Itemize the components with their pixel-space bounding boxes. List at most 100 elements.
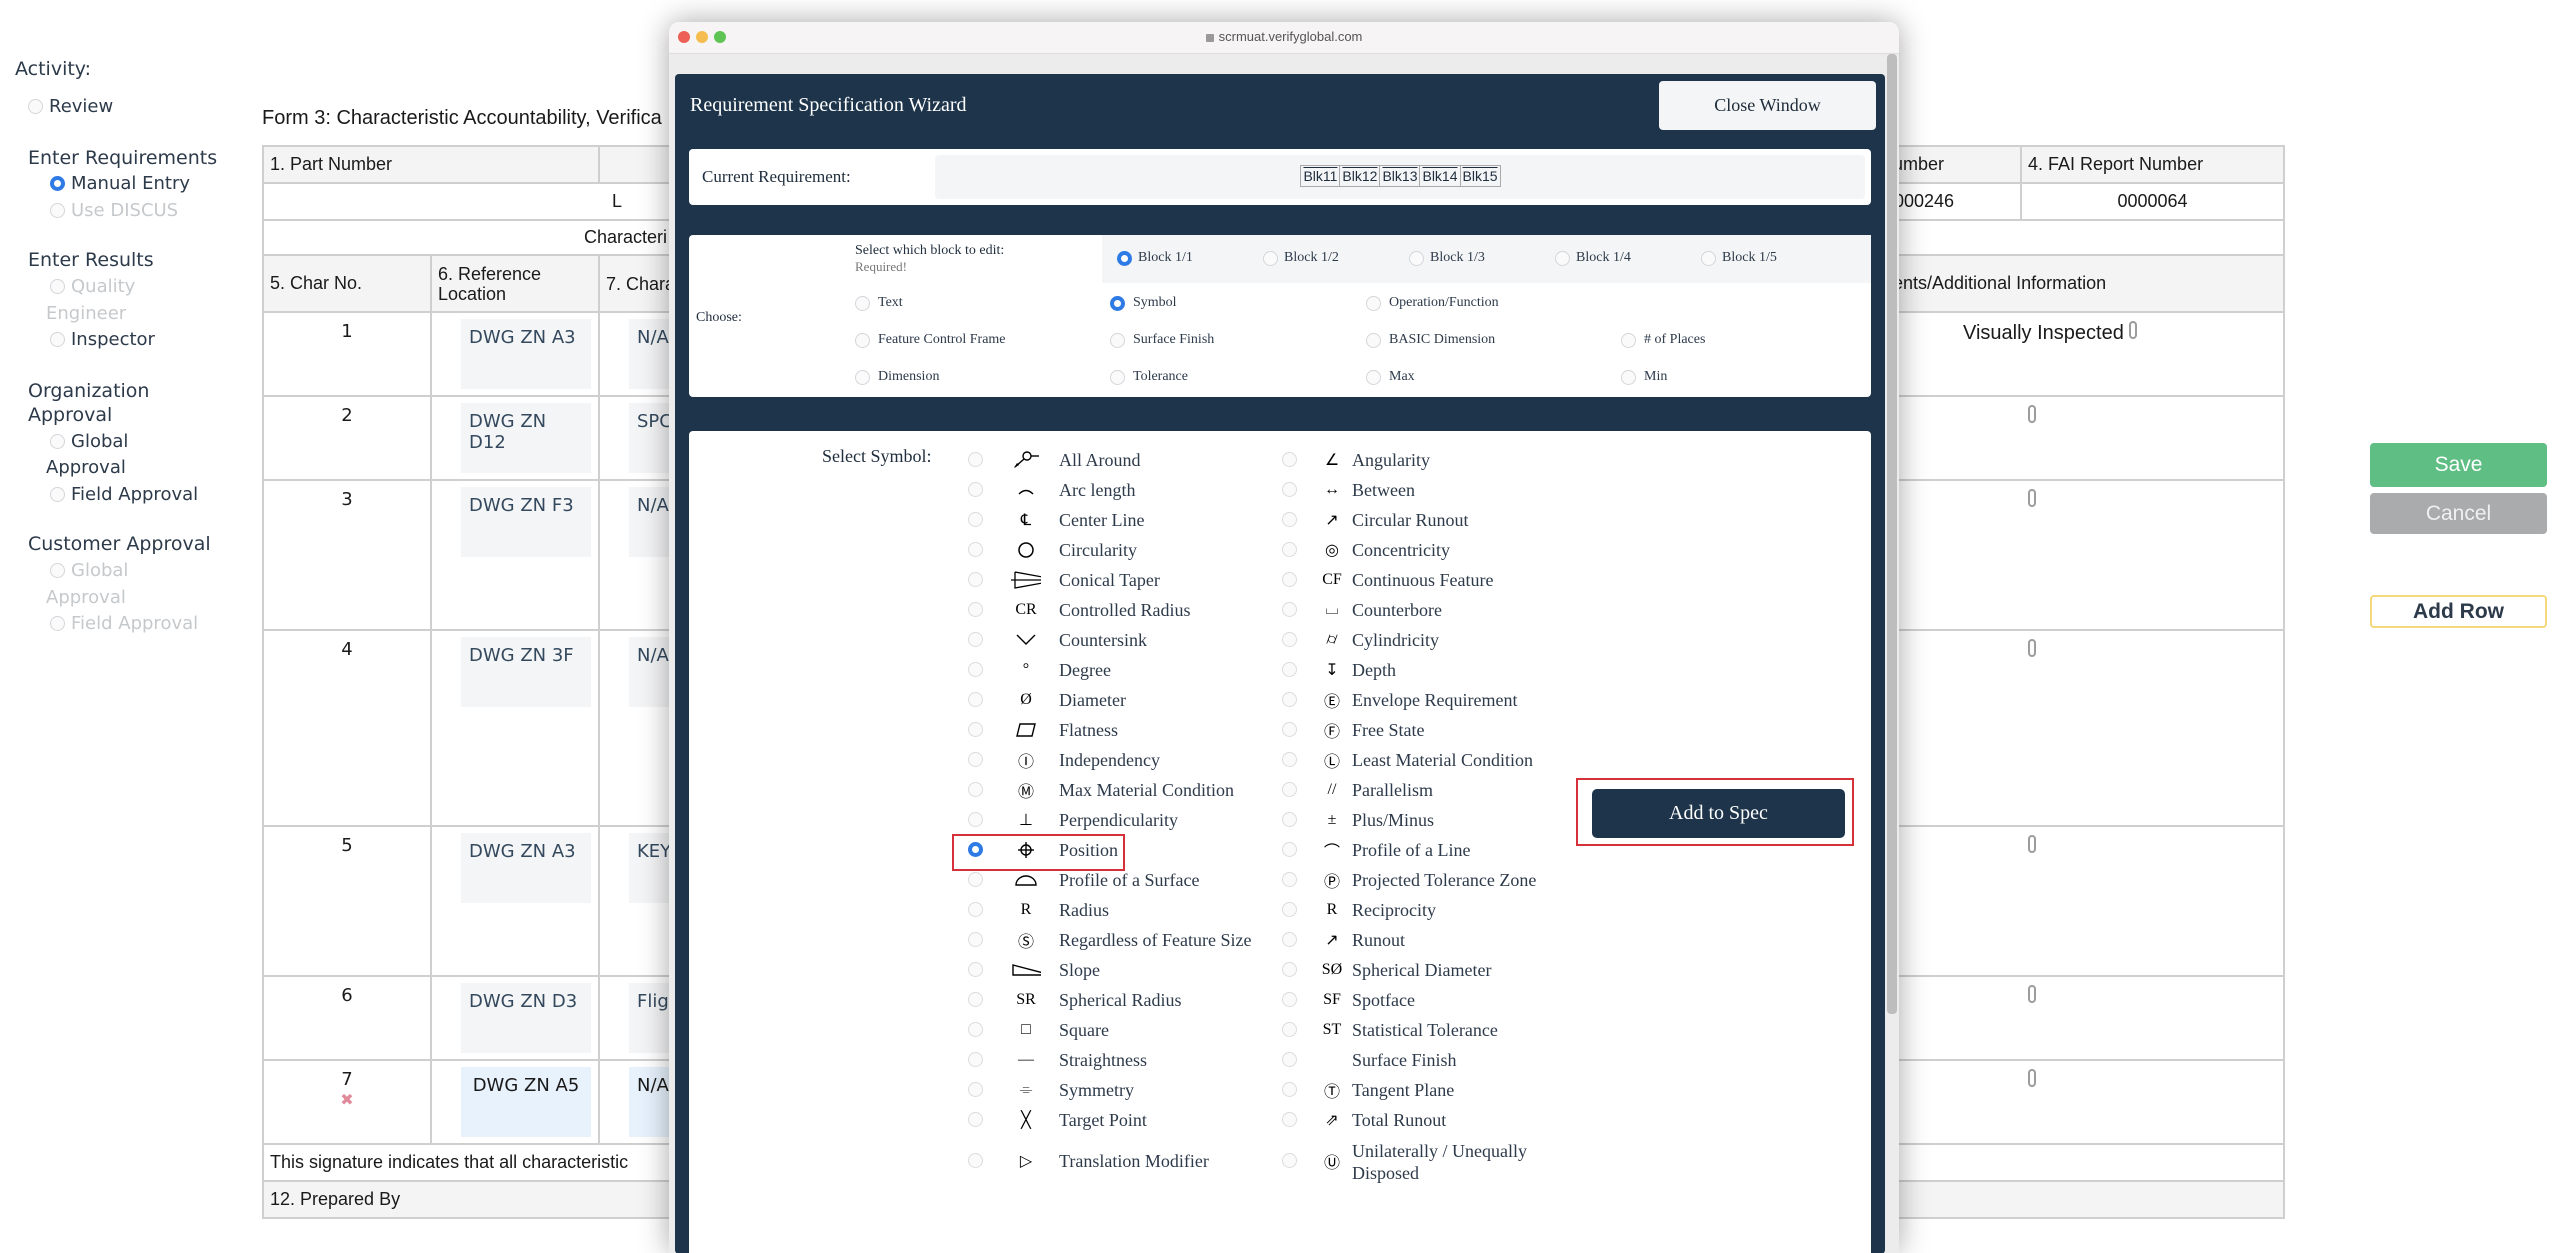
block-option[interactable]: Block 1/3 xyxy=(1409,250,1485,266)
radio-icon[interactable] xyxy=(968,782,983,797)
radio-icon[interactable] xyxy=(1110,295,1125,311)
radio-icon[interactable] xyxy=(1282,1052,1297,1067)
radio-icon[interactable] xyxy=(1282,902,1297,917)
ref-location-input[interactable]: DWG ZN F3 xyxy=(461,487,591,557)
radio-customer-field-approval[interactable]: Field Approval xyxy=(50,610,198,637)
radio-icon[interactable] xyxy=(1282,602,1297,617)
radio-icon[interactable] xyxy=(1282,542,1297,557)
radio-icon[interactable] xyxy=(1701,250,1716,266)
radio-icon[interactable] xyxy=(50,203,65,218)
radio-icon[interactable] xyxy=(1282,782,1297,797)
block-option[interactable]: Block 1/4 xyxy=(1555,250,1631,266)
radio-icon[interactable] xyxy=(1366,295,1381,311)
block-option[interactable]: Block 1/2 xyxy=(1263,250,1339,266)
choose-option[interactable]: Tolerance xyxy=(1110,369,1188,385)
choose-option[interactable]: Max xyxy=(1366,369,1415,385)
radio-icon[interactable] xyxy=(968,1052,983,1067)
radio-icon[interactable] xyxy=(968,872,983,887)
radio-icon[interactable] xyxy=(968,1153,983,1168)
block-option[interactable]: Block 1/1 xyxy=(1117,250,1193,266)
radio-icon[interactable] xyxy=(968,482,983,497)
attachment-icon[interactable] xyxy=(2028,985,2036,1003)
radio-icon[interactable] xyxy=(1282,1112,1297,1127)
block-option[interactable]: Block 1/5 xyxy=(1701,250,1777,266)
choose-option[interactable]: Dimension xyxy=(855,369,939,385)
add-row-button[interactable]: Add Row xyxy=(2370,595,2547,628)
radio-icon[interactable] xyxy=(1282,512,1297,527)
radio-inspector[interactable]: Inspector xyxy=(50,326,155,353)
choose-option[interactable]: Symbol xyxy=(1110,295,1177,311)
radio-icon[interactable] xyxy=(1621,332,1636,348)
radio-icon[interactable] xyxy=(1282,452,1297,467)
radio-icon[interactable] xyxy=(1282,632,1297,647)
radio-icon[interactable] xyxy=(1282,662,1297,677)
radio-icon[interactable] xyxy=(968,542,983,557)
radio-icon[interactable] xyxy=(855,369,870,385)
requirement-block[interactable]: Blk12 xyxy=(1339,165,1381,187)
choose-option[interactable]: # of Places xyxy=(1621,332,1705,348)
choose-option[interactable]: Min xyxy=(1621,369,1667,385)
radio-icon[interactable] xyxy=(1282,812,1297,827)
radio-icon[interactable] xyxy=(1117,250,1132,266)
radio-icon[interactable] xyxy=(968,662,983,677)
attachment-icon[interactable] xyxy=(2028,405,2036,423)
radio-icon[interactable] xyxy=(968,1022,983,1037)
radio-icon[interactable] xyxy=(50,616,65,631)
scrollbar[interactable] xyxy=(1887,54,1897,1014)
close-window-button[interactable]: Close Window xyxy=(1659,81,1876,130)
radio-icon[interactable] xyxy=(1282,992,1297,1007)
radio-icon[interactable] xyxy=(1621,369,1636,385)
radio-icon[interactable] xyxy=(1263,250,1278,266)
radio-icon[interactable] xyxy=(50,487,65,502)
radio-icon[interactable] xyxy=(1110,369,1125,385)
choose-option[interactable]: Text xyxy=(855,295,903,311)
ref-location-input[interactable]: DWG ZN D3 xyxy=(461,983,591,1053)
choose-option[interactable]: BASIC Dimension xyxy=(1366,332,1495,348)
attachment-icon[interactable] xyxy=(2028,835,2036,853)
radio-icon[interactable] xyxy=(855,332,870,348)
radio-icon[interactable] xyxy=(968,752,983,767)
radio-icon[interactable] xyxy=(968,902,983,917)
choose-option[interactable]: Operation/Function xyxy=(1366,295,1499,311)
radio-icon[interactable] xyxy=(968,1112,983,1127)
radio-icon[interactable] xyxy=(1555,250,1570,266)
radio-org-global-approval[interactable]: Global xyxy=(50,428,128,455)
radio-icon[interactable] xyxy=(968,692,983,707)
radio-quality-engineer[interactable]: Quality xyxy=(50,273,135,300)
radio-icon[interactable] xyxy=(968,962,983,977)
radio-icon[interactable] xyxy=(1282,572,1297,587)
radio-icon[interactable] xyxy=(1282,722,1297,737)
requirement-block[interactable]: Blk11 xyxy=(1300,165,1341,187)
radio-icon[interactable] xyxy=(1282,872,1297,887)
requirement-block[interactable]: Blk15 xyxy=(1459,165,1501,187)
radio-icon[interactable] xyxy=(1282,752,1297,767)
ref-location-input[interactable]: DWG ZN A3 xyxy=(461,319,591,389)
radio-icon[interactable] xyxy=(1282,842,1297,857)
radio-icon[interactable] xyxy=(968,602,983,617)
radio-icon[interactable] xyxy=(1366,369,1381,385)
delete-row-icon[interactable]: ✖ xyxy=(264,1090,430,1109)
radio-icon[interactable] xyxy=(28,99,43,114)
attachment-icon[interactable] xyxy=(2028,1069,2036,1087)
radio-icon[interactable] xyxy=(855,295,870,311)
radio-selected-icon[interactable] xyxy=(50,176,65,191)
ref-location-input[interactable]: DWG ZN D12 xyxy=(461,403,591,473)
choose-option[interactable]: Surface Finish xyxy=(1110,332,1214,348)
radio-icon[interactable] xyxy=(1282,932,1297,947)
radio-icon[interactable] xyxy=(968,1082,983,1097)
ref-location-input[interactable]: DWG ZN A3 xyxy=(461,833,591,903)
radio-icon[interactable] xyxy=(1282,1082,1297,1097)
radio-icon[interactable] xyxy=(968,512,983,527)
radio-icon[interactable] xyxy=(968,812,983,827)
radio-icon[interactable] xyxy=(1282,1022,1297,1037)
radio-use-discus[interactable]: Use DISCUS xyxy=(50,197,178,224)
radio-icon[interactable] xyxy=(1282,962,1297,977)
attachment-icon[interactable] xyxy=(2028,639,2036,657)
radio-manual-entry[interactable]: Manual Entry xyxy=(50,170,190,197)
choose-option[interactable]: Feature Control Frame xyxy=(855,332,1006,348)
attachment-icon[interactable] xyxy=(2128,321,2137,339)
radio-icon[interactable] xyxy=(1110,332,1125,348)
radio-icon[interactable] xyxy=(1282,482,1297,497)
radio-icon[interactable] xyxy=(1366,332,1381,348)
radio-icon[interactable] xyxy=(50,563,65,578)
